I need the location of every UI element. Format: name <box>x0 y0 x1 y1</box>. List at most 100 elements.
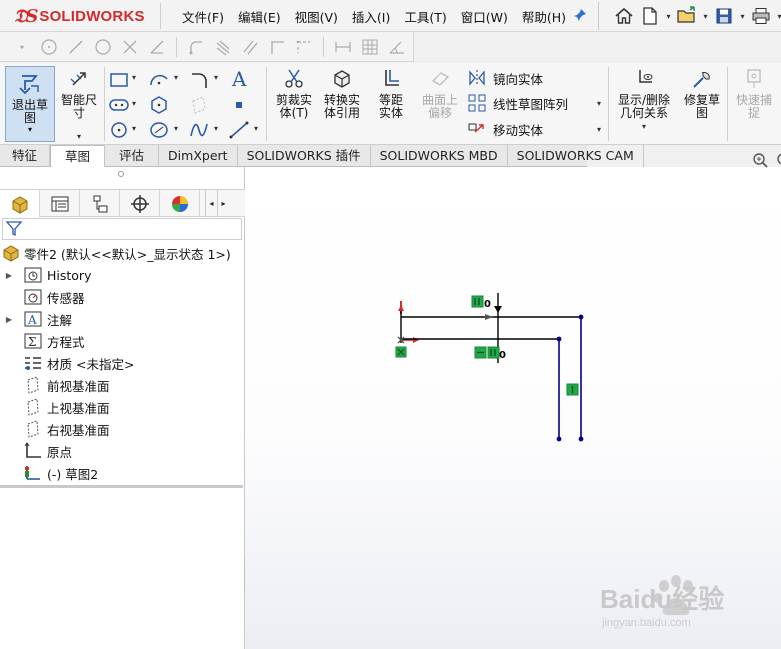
sketch-point[interactable] <box>578 436 584 442</box>
dimension-icon[interactable] <box>331 35 355 59</box>
sketch-point[interactable] <box>556 336 562 342</box>
zoom-to-fit-icon[interactable] <box>752 152 770 171</box>
sketch-point-icon[interactable] <box>227 93 251 117</box>
tree-item-sensors[interactable]: 传感器 <box>0 286 245 308</box>
convert-entities-button[interactable]: 转换实体引用 <box>318 65 366 120</box>
move-dropdown-icon[interactable]: ▾ <box>597 125 601 134</box>
tab-mbd[interactable]: SOLIDWORKS MBD <box>371 145 508 167</box>
relation-marker-parallel-bottom[interactable] <box>487 346 500 359</box>
menu-view[interactable]: 视图(V) <box>288 7 345 26</box>
menu-insert[interactable]: 插入(I) <box>345 7 397 26</box>
pin-icon[interactable] <box>573 8 587 26</box>
sketch-fillet-icon[interactable] <box>187 68 211 92</box>
center-circle-tool-icon[interactable] <box>107 118 131 142</box>
circle-dropdown-icon[interactable]: ▾ <box>132 124 136 133</box>
panel-grip-handle[interactable] <box>118 171 124 177</box>
configuration-manager-tab-icon[interactable] <box>80 190 120 217</box>
repair-sketch-button[interactable]: 修复草图 <box>680 65 724 120</box>
ellipse-icon[interactable] <box>147 118 171 142</box>
exit-sketch-button[interactable]: 退出草图 ▾ <box>5 66 55 142</box>
display-manager-tab-icon[interactable] <box>160 190 200 217</box>
tab-features[interactable]: 特征 <box>0 145 51 167</box>
tree-item-sketch2[interactable]: (-) 草图2 <box>0 462 245 484</box>
tab-scroll-left-icon[interactable]: ◂ <box>205 190 217 217</box>
smart-dimension-dropdown-icon[interactable]: ▾ <box>77 130 81 143</box>
center-circle-icon[interactable] <box>37 35 61 59</box>
home-icon[interactable] <box>612 4 636 28</box>
show-relations-button[interactable]: 显示/删除几何关系 ▾ <box>612 65 676 133</box>
circle-icon[interactable] <box>91 35 115 59</box>
menu-tools[interactable]: 工具(T) <box>397 7 453 26</box>
tree-item-origin[interactable]: 原点 <box>0 440 245 462</box>
point-icon[interactable] <box>10 35 34 59</box>
relation-marker-horizontal-top[interactable] <box>471 295 484 308</box>
new-dropdown-icon[interactable]: ▾ <box>664 12 673 21</box>
dimxpert-manager-tab-icon[interactable] <box>120 190 160 217</box>
centerline-icon[interactable] <box>292 35 316 59</box>
pattern-dropdown-icon[interactable]: ▾ <box>597 99 601 108</box>
line-dropdown-icon[interactable]: ▾ <box>254 124 258 133</box>
tree-item-material[interactable]: 材质 <未指定> <box>0 352 245 374</box>
sketch-line-icon[interactable] <box>227 118 251 142</box>
menu-window[interactable]: 窗口(W) <box>454 7 515 26</box>
tree-bottom-divider[interactable] <box>0 485 243 488</box>
expand-arrow-icon[interactable]: ▶ <box>4 271 14 280</box>
sketch-point[interactable] <box>556 436 562 442</box>
tab-cam[interactable]: SOLIDWORKS CAM <box>508 145 644 167</box>
open-dropdown-icon[interactable]: ▾ <box>701 12 710 21</box>
tab-scroll-right-icon[interactable]: ▸ <box>217 190 229 217</box>
tree-root-part[interactable]: 零件2 (默认<<默认>_显示状态 1>) <box>0 242 245 264</box>
menu-edit[interactable]: 编辑(E) <box>231 7 288 26</box>
plane-sketch-icon[interactable] <box>187 93 211 117</box>
arc-icon[interactable] <box>147 68 171 92</box>
sketch-text-icon[interactable]: A <box>227 67 251 91</box>
expand-arrow-icon[interactable]: ▶ <box>4 315 14 324</box>
polygon-icon[interactable] <box>147 93 171 117</box>
grid-icon[interactable] <box>358 35 382 59</box>
tab-dimxpert[interactable]: DimXpert <box>159 145 238 167</box>
relations-dropdown-icon[interactable]: ▾ <box>642 120 646 133</box>
tree-item-annotations[interactable]: ▶ A 注解 <box>0 308 245 330</box>
tree-item-equations[interactable]: Σ 方程式 <box>0 330 245 352</box>
zoom-area-icon[interactable] <box>776 152 781 171</box>
new-document-icon[interactable] <box>638 4 662 28</box>
exit-sketch-dropdown-icon[interactable]: ▾ <box>6 123 54 136</box>
linear-pattern-button[interactable]: 线性草图阵列 <box>467 93 568 113</box>
mirror-entities-button[interactable]: 镜向实体 <box>467 68 543 88</box>
sketch-geometry[interactable] <box>397 293 584 442</box>
parallel-lines-icon[interactable] <box>238 35 262 59</box>
tree-item-top-plane[interactable]: 上视基准面 <box>0 396 245 418</box>
line-icon[interactable] <box>64 35 88 59</box>
tree-item-right-plane[interactable]: 右视基准面 <box>0 418 245 440</box>
offset-entities-button[interactable]: 等距实体 <box>367 65 415 120</box>
sketch-point[interactable] <box>578 314 584 320</box>
save-dropdown-icon[interactable]: ▾ <box>738 12 747 21</box>
fillet-dropdown-icon[interactable]: ▾ <box>214 73 218 82</box>
filter-icon[interactable] <box>5 219 23 240</box>
trim-corner-icon[interactable] <box>118 35 142 59</box>
arc-dropdown-icon[interactable]: ▾ <box>174 73 178 82</box>
relation-marker-vertical[interactable] <box>566 383 579 396</box>
tree-item-front-plane[interactable]: 前视基准面 <box>0 374 245 396</box>
relation-marker-fixed-origin[interactable] <box>395 346 407 358</box>
open-folder-icon[interactable] <box>675 4 699 28</box>
graphics-area[interactable]: 0 0 Baidu经验 jingyan.baidu.com <box>245 167 781 649</box>
angle-line-icon[interactable] <box>145 35 169 59</box>
feature-manager-tab-icon[interactable] <box>0 190 40 217</box>
smart-dimension-button[interactable]: 智能尺寸 ▾ <box>56 65 102 143</box>
tree-filter-bar[interactable] <box>2 218 242 240</box>
menu-file[interactable]: 文件(F) <box>175 7 231 26</box>
relation-marker-horizontal-bottom[interactable] <box>474 346 487 359</box>
tree-item-history[interactable]: ▶ History <box>0 264 245 286</box>
save-icon[interactable] <box>712 4 736 28</box>
rectangle-dropdown-icon[interactable]: ▾ <box>132 73 136 82</box>
perpendicular-icon[interactable] <box>265 35 289 59</box>
slot-dropdown-icon[interactable]: ▾ <box>132 99 136 108</box>
print-dropdown-icon[interactable]: ▾ <box>775 12 781 21</box>
menu-help[interactable]: 帮助(H) <box>515 7 573 26</box>
move-entities-button[interactable]: 移动实体 <box>467 119 543 139</box>
rectangle-icon[interactable] <box>107 68 131 92</box>
tab-sketch[interactable]: 草图 <box>50 145 106 167</box>
trim-entities-button[interactable]: 剪裁实体(T) <box>270 65 318 120</box>
tab-evaluate[interactable]: 评估 <box>105 145 160 167</box>
